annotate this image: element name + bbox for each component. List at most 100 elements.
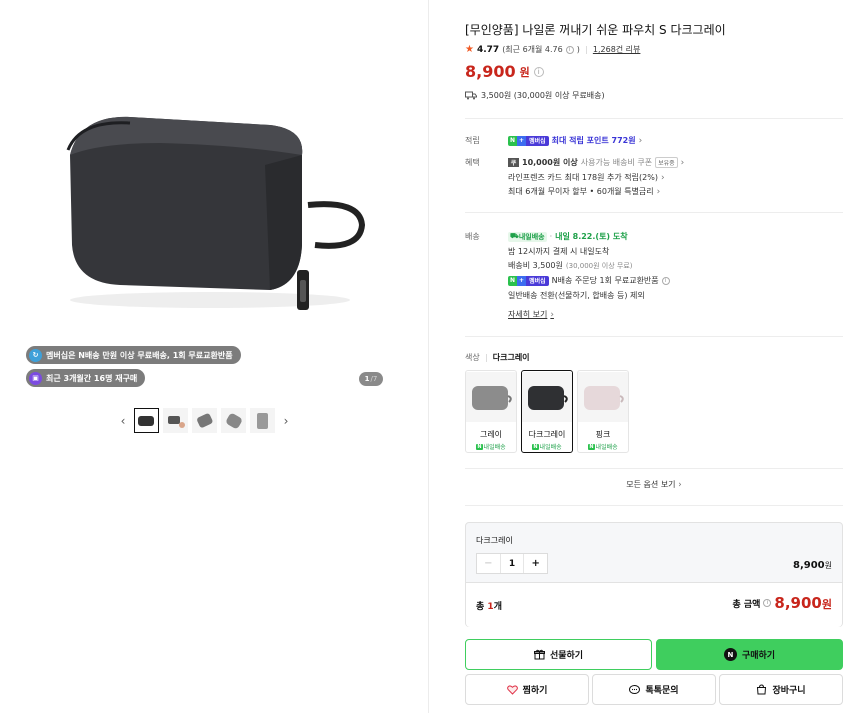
all-options-text: 모든 옵션 보기	[626, 480, 676, 489]
coupon-amount: 10,000원 이상	[522, 158, 578, 167]
total-amount: 총 금액 i 8,900원	[732, 594, 832, 612]
thumbnail[interactable]	[134, 408, 159, 433]
thumb-prev-icon[interactable]: ‹	[116, 409, 130, 433]
darkgray-pouch-image	[528, 386, 568, 410]
divider	[465, 336, 843, 337]
thumbnail[interactable]	[250, 408, 275, 433]
option-name: 그레이	[479, 430, 503, 439]
all-options-link[interactable]: 모든 옵션 보기 ›	[465, 479, 843, 490]
shipping-fee: 3,500원 (30,000원 이상 무료배송)	[465, 90, 605, 101]
card-text: 라인프렌즈 카드 최대 178원 추가 적립(2%)	[508, 173, 658, 182]
benefit-label: 혜택	[465, 158, 480, 167]
price: 8,900 원 i	[465, 62, 544, 81]
review-count-link[interactable]: 1,268건 리뷰	[593, 44, 641, 55]
talktalk-label: 톡톡문의	[645, 686, 679, 696]
thumbnail-image	[256, 412, 268, 429]
image-counter-total: /7	[370, 375, 378, 383]
color-option[interactable]: 다크그레이 N 내일배송	[521, 370, 573, 453]
nreturn-text: N배송 주문당 1회 무료교환반품	[551, 276, 659, 285]
coupon-text: 사용가능 배송비 쿠폰	[580, 158, 653, 167]
installment-text: 최대 6개월 무이자 할부 • 60개월 특별금리	[508, 187, 654, 196]
truck-icon	[465, 91, 477, 100]
price-unit: 원	[519, 65, 530, 79]
price-info-icon[interactable]: i	[533, 66, 544, 77]
installment-row[interactable]: 최대 6개월 무이자 할부 • 60개월 특별금리 ›	[508, 186, 660, 197]
selected-color: 다크그레이	[492, 353, 530, 362]
color-option[interactable]: 그레이 N 내일배송	[465, 370, 517, 453]
shopping-bag-icon	[757, 684, 767, 695]
membership-icon: ↻	[29, 348, 42, 362]
chevron-right-icon: ›	[638, 135, 643, 146]
thumbnail-strip: ‹ ›	[116, 408, 293, 433]
option-name: 다크그레이	[528, 430, 566, 439]
general-delivery: 일반배송 전환(선물하기, 합배송 등) 제외	[508, 291, 645, 300]
quantity-value[interactable]: 1	[501, 554, 524, 573]
gray-pouch-image	[472, 386, 512, 410]
color-option[interactable]: 핑크 N 내일배송	[577, 370, 629, 453]
coupon-icon: 쿠	[508, 158, 519, 167]
cart-label: 장바구니	[772, 686, 806, 696]
total-section: 총 1개 총 금액 i 8,900원	[466, 583, 842, 627]
cart-button[interactable]: 장바구니	[719, 674, 843, 705]
thumbnail[interactable]	[192, 408, 217, 433]
star-icon: ★	[465, 44, 474, 55]
delivery-fee-row: 배송비 3,500원 (30,000원 이상 무료)	[508, 260, 633, 271]
price-value: 8,900	[465, 62, 516, 81]
separator	[585, 45, 587, 54]
increase-button[interactable]: +	[523, 554, 547, 573]
rating-row: ★ 4.77 (최근 6개월 4.76 i) 1,268건 리뷰	[465, 44, 640, 55]
membership-badge-text: 멤버십은 N배송 만원 이상 무료배송, 1회 무료교환반품	[46, 350, 233, 360]
rating-score: 4.77	[476, 44, 500, 55]
divider	[465, 468, 843, 469]
heart-icon	[506, 684, 518, 695]
info-icon[interactable]: i	[565, 45, 574, 54]
buy-button[interactable]: N 구매하기	[656, 639, 843, 670]
decrease-button[interactable]: −	[477, 554, 501, 573]
total-count: 총 1개	[476, 599, 502, 612]
product-gallery: ↻ 멤버십은 N배송 만원 이상 무료배송, 1회 무료교환반품 ▣ 최근 3개…	[0, 0, 428, 713]
thumbnail-image	[167, 415, 185, 428]
thumbnail[interactable]	[163, 408, 188, 433]
point-row[interactable]: N + 멤버십 최대 적립 포인트 772원 ›	[508, 135, 642, 146]
total-amount-value: 8,900원	[774, 594, 832, 612]
separator	[485, 353, 487, 362]
chat-icon	[629, 684, 641, 694]
info-icon[interactable]: i	[661, 276, 670, 285]
thumb-next-icon[interactable]: ›	[279, 409, 293, 433]
selected-option-name: 다크그레이	[476, 536, 513, 545]
option-delivery: N 내일배송	[476, 443, 506, 451]
membership-badge: ↻ 멤버십은 N배송 만원 이상 무료배송, 1회 무료교환반품	[26, 346, 241, 364]
coupon-row[interactable]: 쿠 10,000원 이상 사용가능 배송비 쿠폰 보유중 ›	[508, 157, 684, 168]
zzim-button[interactable]: 찜하기	[465, 674, 589, 705]
color-label-text: 색상	[465, 353, 480, 362]
line-price: 8,900원	[793, 560, 832, 571]
info-icon[interactable]: i	[763, 599, 772, 607]
zzim-label: 찜하기	[522, 686, 548, 696]
gift-label: 선물하기	[549, 651, 584, 661]
option-swatch	[522, 372, 572, 422]
delivery-more-link[interactable]: 자세히 보기 ›	[508, 309, 554, 320]
chevron-right-icon: ›	[680, 157, 685, 168]
option-swatch	[578, 372, 628, 422]
thumbnail-image	[225, 413, 242, 428]
buy-label: 구매하기	[741, 651, 776, 661]
delivery-more-text: 자세히 보기	[508, 310, 548, 319]
rating-recent: (최근 6개월 4.76	[502, 45, 563, 54]
gift-icon	[533, 649, 545, 660]
line-price-unit: 원	[824, 561, 832, 570]
product-main-image	[66, 116, 366, 310]
divider	[465, 212, 843, 213]
panel-divider	[428, 0, 429, 713]
option-swatch	[466, 372, 516, 422]
card-row[interactable]: 라인프렌즈 카드 최대 178원 추가 적립(2%) ›	[508, 172, 665, 183]
option-name: 핑크	[595, 430, 611, 439]
repurchase-badge: ▣ 최근 3개월간 16명 재구매	[26, 369, 146, 387]
thumbnail-image	[196, 413, 212, 428]
thumbnail[interactable]	[221, 408, 246, 433]
gift-button[interactable]: 선물하기	[465, 639, 652, 670]
talktalk-button[interactable]: 톡톡문의	[592, 674, 716, 705]
tomorrow-delivery-row: ⛟ 내일배송 · 내일 8.22.(토) 도착	[508, 231, 628, 242]
image-counter-current: 1	[364, 375, 370, 383]
option-delivery: N 내일배송	[532, 443, 562, 451]
delivery-fee: 배송비 3,500원	[508, 261, 563, 270]
